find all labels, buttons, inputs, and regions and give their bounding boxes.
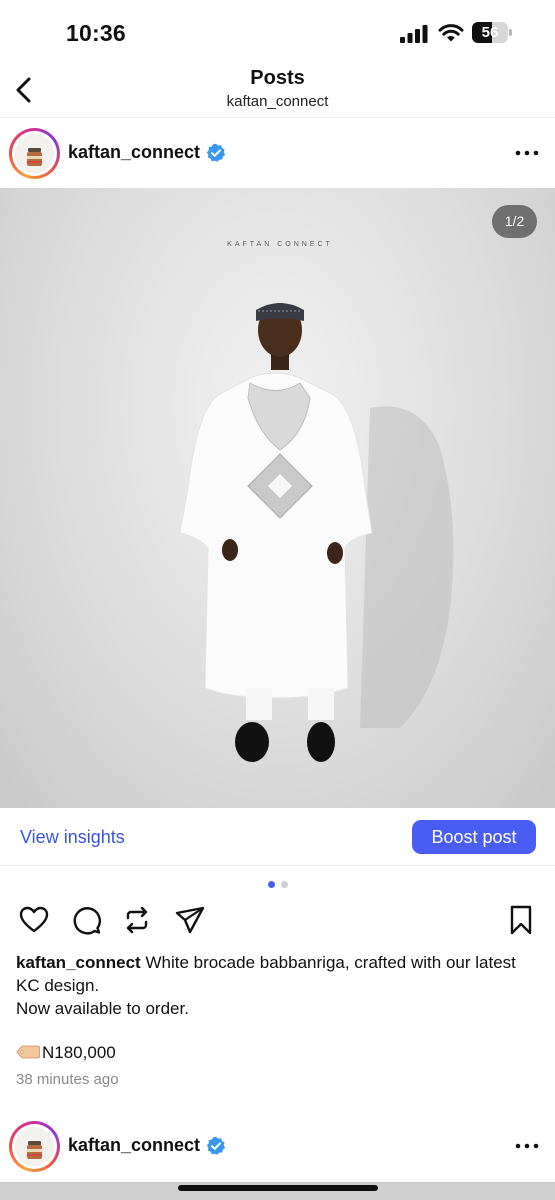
page-subtitle: kaftan_connect <box>226 93 329 110</box>
carousel-indicator <box>0 881 555 889</box>
next-avatar-image <box>15 1127 54 1166</box>
battery-icon: 56 <box>472 22 512 43</box>
wifi-icon <box>438 24 464 42</box>
image-watermark: KAFTAN CONNECT <box>227 241 333 248</box>
post-header: kaftan_connect <box>0 120 555 186</box>
post-timestamp: 38 minutes ago <box>16 1071 119 1088</box>
view-insights-link[interactable]: View insights <box>20 827 125 848</box>
carousel-dot <box>281 881 288 888</box>
status-bar: 10:36 56 <box>0 0 555 62</box>
price-line: N180,000 <box>16 1041 116 1064</box>
more-options-icon[interactable] <box>512 1136 542 1156</box>
post-photo: KAFTAN CONNECT <box>179 241 454 762</box>
next-post-username[interactable]: kaftan_connect <box>68 1135 200 1156</box>
status-time: 10:36 <box>66 20 126 46</box>
post-action-bar <box>0 900 555 940</box>
comment-icon[interactable] <box>70 904 102 936</box>
repost-icon[interactable] <box>121 904 153 936</box>
more-options-icon[interactable] <box>512 143 542 163</box>
avatar[interactable] <box>9 128 60 179</box>
nav-bar: Posts kaftan_connect <box>0 62 555 118</box>
post-username[interactable]: kaftan_connect <box>68 142 200 163</box>
price-value: N180,000 <box>42 1043 116 1062</box>
avatar-image <box>15 134 54 173</box>
next-post-header: kaftan_connect <box>0 1113 555 1179</box>
boost-post-button[interactable]: Boost post <box>412 820 536 854</box>
price-tag-icon <box>16 1045 40 1059</box>
heart-icon[interactable] <box>18 904 50 936</box>
caption-line-2: Now available to order. <box>16 999 189 1018</box>
insights-row: View insights Boost post <box>0 808 555 866</box>
carousel-dot-active <box>268 881 275 888</box>
image-counter: 1/2 <box>492 205 537 238</box>
share-icon[interactable] <box>174 904 206 936</box>
post-image[interactable]: KAFTAN CONNECT <box>0 188 555 808</box>
page-title: Posts <box>250 67 305 89</box>
caption-username[interactable]: kaftan_connect <box>16 953 141 972</box>
cellular-signal-icon <box>400 25 428 43</box>
bookmark-icon[interactable] <box>505 904 537 936</box>
next-post-avatar[interactable] <box>9 1121 60 1172</box>
battery-level: 56 <box>481 24 499 41</box>
verified-badge-icon <box>206 1136 226 1155</box>
verified-badge-icon <box>206 143 226 162</box>
post-caption: kaftan_connect White brocade babbanriga,… <box>16 951 541 1020</box>
home-indicator[interactable] <box>178 1185 378 1191</box>
